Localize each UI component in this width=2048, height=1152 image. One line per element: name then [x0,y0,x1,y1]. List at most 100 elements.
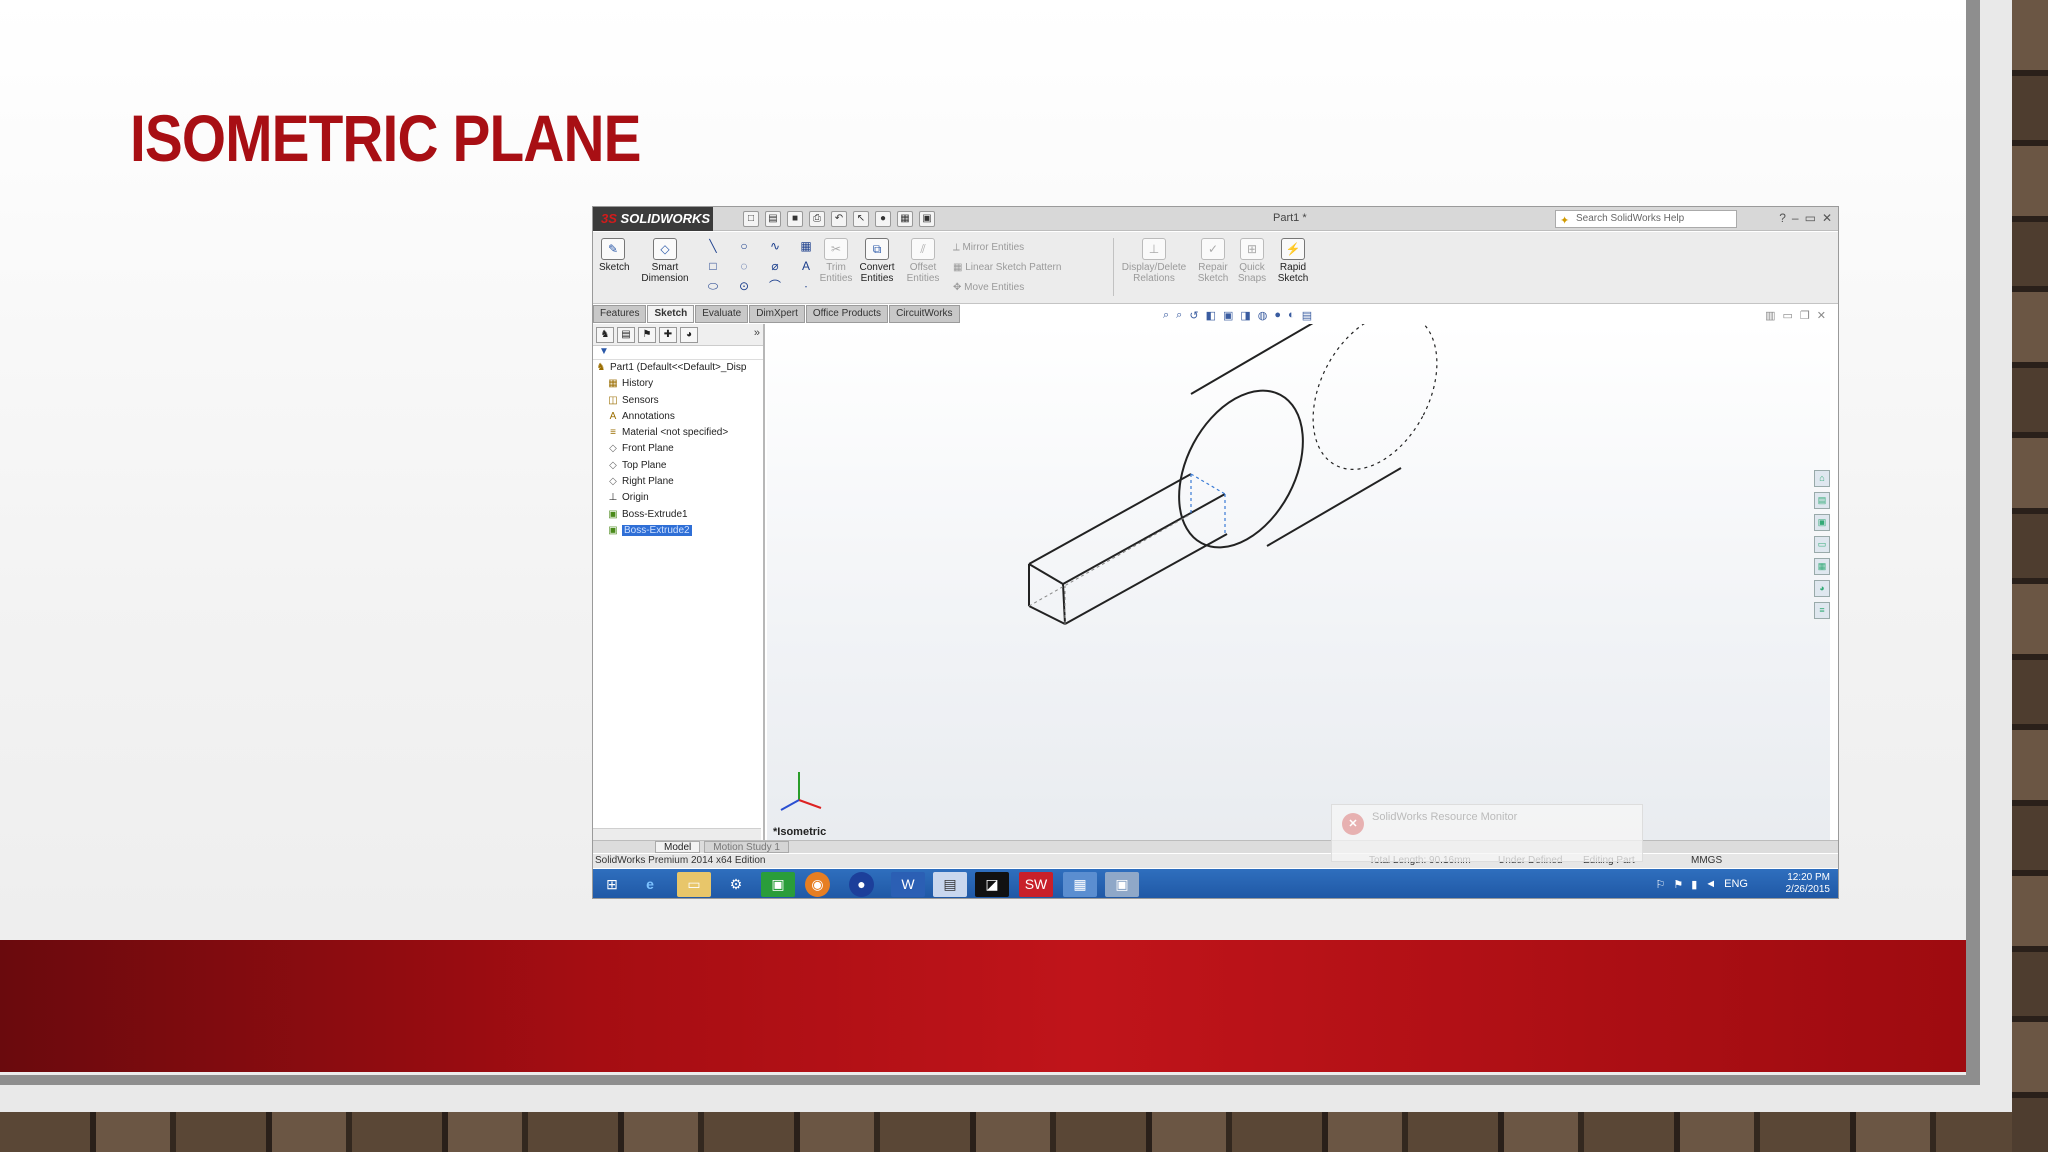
restore-icon[interactable]: ▭ [1805,211,1816,225]
tab-model[interactable]: Model [655,841,701,853]
new-icon[interactable]: □ [743,211,759,227]
display-manager-icon[interactable]: ◕ [680,327,698,343]
tab-dimxpert[interactable]: DimXpert [749,305,805,323]
tree-item-boss-extrude1[interactable]: ▣ Boss-Extrude1 [593,507,763,523]
tab-features[interactable]: Features [593,305,647,323]
dimxpert-manager-icon[interactable]: ✚ [659,327,677,343]
viewport-minimize-icon[interactable]: ▭ [1783,309,1793,322]
start-icon[interactable]: ⊞ [595,872,629,897]
network-icon[interactable]: ⚐ [1655,878,1665,891]
smart-dimension-button[interactable]: ◇ Smart Dimension [637,238,693,284]
sketch-button[interactable]: ✎ Sketch [599,238,630,273]
display-style-icon[interactable]: ◨ [1240,309,1250,322]
circle-icon[interactable]: ○ [732,238,756,255]
property-manager-icon[interactable]: ▤ [617,327,635,343]
view-orientation-icon[interactable]: ▣ [1223,309,1233,322]
remote-desktop-icon[interactable]: ▦ [1063,872,1097,897]
viewport-restore-icon[interactable]: ❐ [1800,309,1810,322]
expand-panel-icon[interactable]: » [754,327,760,342]
viewport-close-icon[interactable]: ✕ [1817,309,1826,322]
tree-item-origin[interactable]: ⊥ Origin [593,490,763,506]
text-icon[interactable]: A [794,258,818,275]
file-explorer-taskbar-icon[interactable]: ▭ [677,872,711,897]
appearance-icon[interactable]: ● [1274,309,1281,322]
tile-icon[interactable]: ▥ [1765,309,1775,322]
units-selector[interactable]: MMGS [1691,854,1722,867]
custom-properties-icon[interactable]: ≡ [1814,602,1830,619]
trim-entities-button[interactable]: ✂ Trim Entities [819,238,853,284]
file-explorer-icon[interactable]: ▣ [1814,514,1830,531]
linear-sketch-pattern-button[interactable]: ▦ Linear Sketch Pattern [953,258,1061,278]
tab-office-products[interactable]: Office Products [805,305,889,323]
slot-icon[interactable]: ⬭ [701,278,725,295]
tab-evaluate[interactable]: Evaluate [695,305,749,323]
media-icon[interactable]: ◪ [975,872,1009,897]
internet-explorer-icon[interactable]: e [633,872,667,897]
minimize-icon[interactable]: – [1792,211,1799,225]
battery-icon[interactable]: ▮ [1691,878,1697,891]
graphics-area[interactable]: *Isometric ⌂ ▤ ▣ ▭ ▦ ◕ ≡ [767,312,1830,840]
tree-item-top-plane[interactable]: ◇ Top Plane [593,458,763,474]
display-delete-relations-button[interactable]: ⊥ Display/Delete Relations [1117,238,1191,284]
undo-icon[interactable]: ↶ [831,211,847,227]
help-search-input[interactable]: ✦ Search SolidWorks Help [1555,210,1737,228]
word-icon[interactable]: W [891,872,925,897]
save-icon[interactable]: ■ [787,211,803,227]
convert-entities-button[interactable]: ⧉ Convert Entities [855,238,899,284]
volume-icon[interactable]: ◄ [1705,878,1716,891]
zoom-to-fit-icon[interactable]: ⌕ [1163,309,1169,322]
mirror-entities-button[interactable]: ⟂ Mirror Entities [953,238,1061,258]
design-library-icon[interactable]: ▤ [1814,492,1830,509]
zoom-to-area-icon[interactable]: ⌕ [1176,309,1182,322]
hide-show-icon[interactable]: ◍ [1258,309,1268,322]
point-icon[interactable]: ∙ [794,278,818,295]
open-icon[interactable]: ▤ [765,211,781,227]
polygon-icon[interactable]: ◌ [732,258,756,275]
view-palette-icon[interactable]: ▦ [1814,558,1830,575]
file-properties-icon[interactable]: ▦ [897,211,913,227]
tab-circuitworks[interactable]: CircuitWorks [889,305,960,323]
quick-snaps-button[interactable]: ⊞ Quick Snaps [1235,238,1269,284]
scene-icon[interactable]: ◐ [1288,309,1295,322]
appearances-icon[interactable]: ◕ [1814,580,1830,597]
store-icon[interactable]: ▣ [761,872,795,897]
rapid-sketch-button[interactable]: ⚡ Rapid Sketch [1275,238,1311,284]
previous-view-icon[interactable]: ↺ [1189,309,1198,322]
flag-icon[interactable]: ⚑ [1673,878,1683,891]
feature-manager-icon[interactable]: ♞ [596,327,614,343]
tab-motion-study[interactable]: Motion Study 1 [704,841,789,853]
section-view-icon[interactable]: ◧ [1206,309,1216,322]
solidworks-taskbar-icon[interactable]: SW [1019,872,1053,897]
notepad-icon[interactable]: ▤ [933,872,967,897]
tree-item-sensors[interactable]: ◫ Sensors [593,393,763,409]
browser-icon[interactable]: ● [849,872,874,897]
solidworks-resources-icon[interactable]: ⌂ [1814,470,1830,487]
tree-item-boss-extrude2[interactable]: ▣ Boss-Extrude2 [593,523,763,539]
rebuild-icon[interactable]: ● [875,211,891,227]
rectangle-icon[interactable]: □ [701,258,725,275]
point-circle-icon[interactable]: ⊙ [732,278,756,295]
options-icon[interactable]: ▣ [919,211,935,227]
folder-icon[interactable]: ▭ [1814,536,1830,553]
spline-icon[interactable]: ∿ [763,238,787,255]
view-settings-icon[interactable]: ▤ [1302,309,1312,322]
language-indicator[interactable]: ENG [1724,878,1748,891]
close-icon[interactable]: ✕ [1822,211,1832,225]
arc-icon[interactable]: ⌒ [763,278,787,295]
filter-icon[interactable]: ▼ [593,346,763,360]
configuration-manager-icon[interactable]: ⚑ [638,327,656,343]
screen-recorder-icon[interactable]: ▣ [1105,872,1139,897]
move-entities-button[interactable]: ✥ Move Entities [953,278,1061,298]
tree-horizontal-scrollbar[interactable] [593,828,761,840]
print-icon[interactable]: ⎙ [809,211,825,227]
tree-item-front-plane[interactable]: ◇ Front Plane [593,441,763,457]
tree-item-material[interactable]: ≡ Material <not specified> [593,425,763,441]
offset-entities-button[interactable]: ⫽ Offset Entities [903,238,943,284]
grid-icon[interactable]: ▦ [794,238,818,255]
help-icon[interactable]: ? [1779,211,1786,225]
tab-sketch[interactable]: Sketch [647,305,695,323]
tree-root-part[interactable]: ♞ Part1 (Default<<Default>_Disp [593,360,763,376]
tree-item-annotations[interactable]: A Annotations [593,409,763,425]
repair-sketch-button[interactable]: ✓ Repair Sketch [1195,238,1231,284]
fillet-icon[interactable]: ⌀ [763,258,787,275]
